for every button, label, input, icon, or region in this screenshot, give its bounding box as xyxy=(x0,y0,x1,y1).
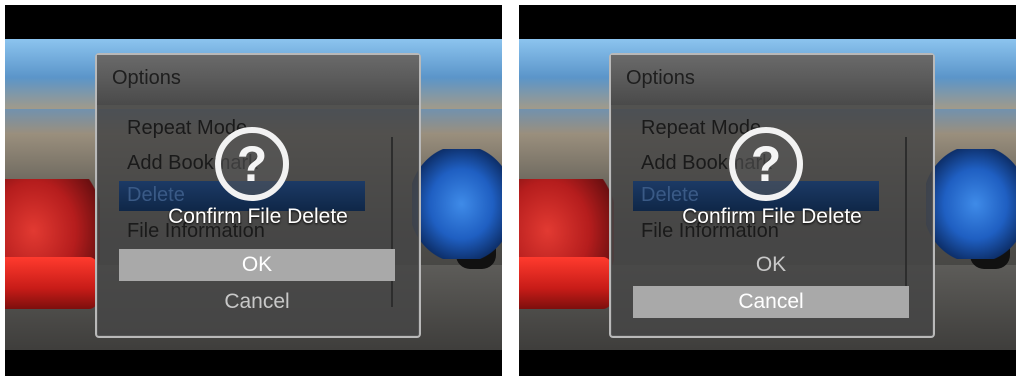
bottom-bar xyxy=(5,350,502,376)
options-header: Options xyxy=(611,55,933,105)
menu-item-delete[interactable]: Delete xyxy=(127,184,185,207)
ok-button[interactable]: OK xyxy=(633,249,909,281)
cancel-button[interactable]: Cancel xyxy=(633,286,909,318)
confirm-message: Confirm File Delete xyxy=(168,205,348,228)
blue-car xyxy=(926,149,1016,259)
blue-car xyxy=(412,149,502,259)
screen-cancel-selected: Options Repeat Mode Add Bookmark Delete … xyxy=(519,5,1016,376)
options-title: Options xyxy=(626,67,695,89)
screen-ok-selected: Options Repeat Mode Add Bookmark Delete … xyxy=(5,5,502,376)
question-icon: ? xyxy=(215,127,289,201)
question-icon: ? xyxy=(729,127,803,201)
bottom-bar xyxy=(519,350,1016,376)
confirm-message: Confirm File Delete xyxy=(682,205,862,228)
menu-item-delete[interactable]: Delete xyxy=(641,184,699,207)
options-title: Options xyxy=(112,67,181,89)
options-header: Options xyxy=(97,55,419,105)
red-car-wing xyxy=(519,257,611,309)
options-panel: Options Repeat Mode Add Bookmark Delete … xyxy=(609,53,935,338)
cancel-button[interactable]: Cancel xyxy=(119,286,395,318)
options-panel: Options Repeat Mode Add Bookmark Delete … xyxy=(95,53,421,338)
red-car-wing xyxy=(5,257,97,309)
ok-button[interactable]: OK xyxy=(119,249,395,281)
